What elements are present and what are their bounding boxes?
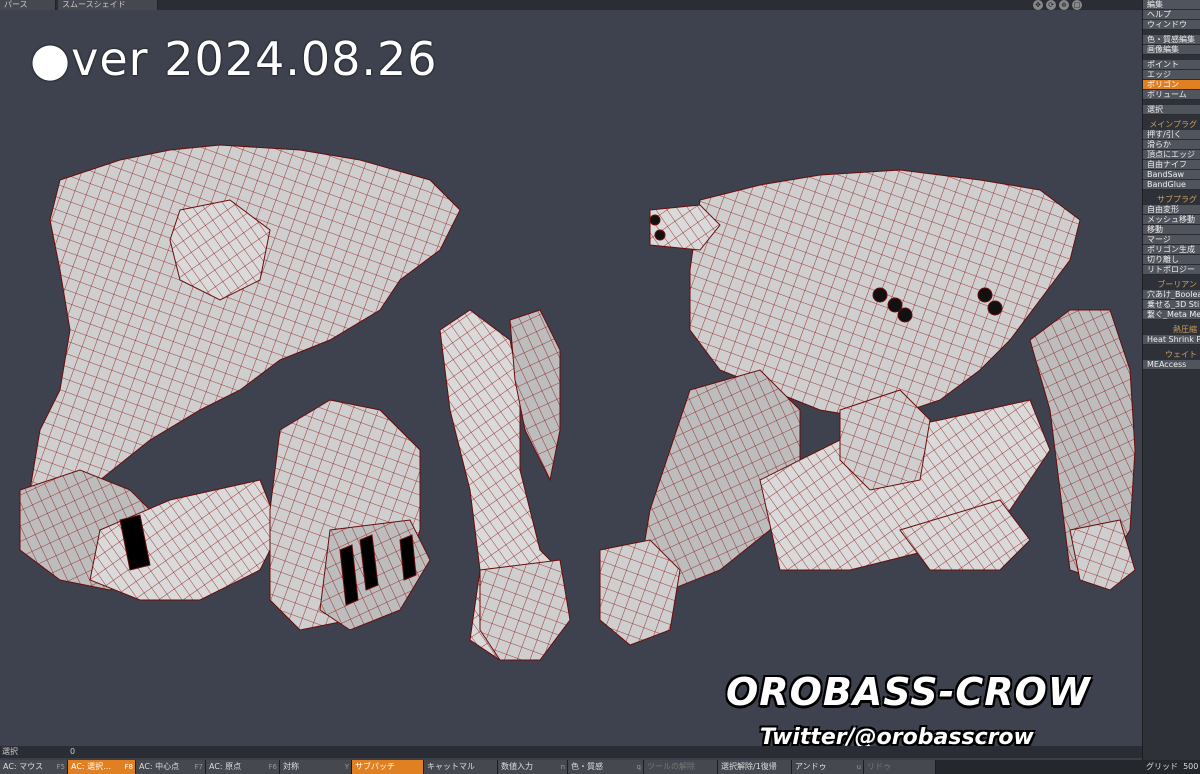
view-type-dropdown[interactable]: パース [0,0,56,10]
plugin-detach-button[interactable]: 切り離し [1143,255,1200,265]
version-label: ●ver 2024.08.26 [30,32,438,86]
menu-edit-button[interactable]: 編集 [1143,0,1200,10]
rotate-view-icon[interactable]: ⟳ [1046,0,1056,10]
main-plugin-heading: メインプラグ [1149,120,1197,129]
drop-tool-button[interactable]: ツールの解除 [644,760,718,774]
image-editor-button[interactable]: 画像編集 [1143,45,1200,55]
surface-editor-button[interactable]: 色・質感編集 [1143,35,1200,45]
plugin-make-polygon-button[interactable]: ポリゴン生成 [1143,245,1200,255]
plugin-push-pull-button[interactable]: 押す/引く [1143,130,1200,140]
plugin-free-knife-button[interactable]: 自由ナイフ [1143,160,1200,170]
plugin-free-deform-button[interactable]: 自由変形 [1143,205,1200,215]
plugin-vertex-edge-button[interactable]: 頂点にエッジ [1143,150,1200,160]
plugin-bandglue-button[interactable]: BandGlue [1143,180,1200,190]
sub-plugin-heading: サブプラグ [1157,195,1197,204]
mode-volume-button[interactable]: ボリューム [1143,90,1200,100]
plugin-retopology-button[interactable]: リトポロジー [1143,265,1200,275]
subpatch-button[interactable]: サブパッチ [352,760,424,774]
twitter-handle: Twitter/@orobasscrow [760,725,1034,746]
plugin-smooth-button[interactable]: 滑らか [1143,140,1200,150]
ac-mouse-button[interactable]: AC: マウス F5 [0,760,68,774]
mode-polygon-button[interactable]: ポリゴン [1143,80,1200,90]
redo-button[interactable]: リドゥ [864,760,936,774]
undo-button[interactable]: アンドゥ u [792,760,864,774]
mode-edge-button[interactable]: エッジ [1143,70,1200,80]
3d-viewport[interactable]: ●ver 2024.08.26 OROBASS-CROW Twitter/@or… [0,10,1142,746]
plugin-bandsaw-button[interactable]: BandSaw [1143,170,1200,180]
heat-shrink-button[interactable]: Heat Shrink P [1143,335,1200,345]
mesh-render [19,144,1136,661]
select-button[interactable]: 選択 [1143,105,1200,115]
select-count: 0 [70,747,76,756]
status-bar: 選択 0 [0,746,1142,758]
maximize-view-icon[interactable]: □ [1072,0,1082,10]
surface-button[interactable]: 色・質感 q [568,760,644,774]
viewport-icons: ✥ ⟳ ⊕ □ [1033,0,1082,10]
menu-help-button[interactable]: ヘルプ [1143,10,1200,20]
left-model [19,144,571,661]
catmull-button[interactable]: キャットマル [424,760,498,774]
bottom-command-bar: AC: マウス F5 AC: 選択… F8 AC: 中心点 F7 AC: 原点 F6 対… [0,760,1200,774]
move-view-icon[interactable]: ✥ [1033,0,1043,10]
grid-readout: グリッド 500 [1146,762,1199,771]
zoom-view-icon[interactable]: ⊕ [1059,0,1069,10]
plugin-mesh-move-button[interactable]: メッシュ移動 [1143,215,1200,225]
symmetry-button[interactable]: 対称 Y [280,760,352,774]
boolean-drill-button[interactable]: 穴あけ_Boolea [1143,290,1200,300]
meaccess-button[interactable]: MEAccess [1143,360,1200,370]
weight-heading: ウェイト [1165,350,1197,359]
ac-center-button[interactable]: AC: 中心点 F7 [136,760,206,774]
boolean-stick-button[interactable]: 乗せる_3D Sti [1143,300,1200,310]
plugin-move-button[interactable]: 移動 [1143,225,1200,235]
right-tool-panel: 編集 ヘルプ ウィンドウ 色・質感編集 画像編集 ポイント エッジ ポリゴン ボ… [1142,0,1200,760]
select-status-label: 選択 [2,747,18,756]
top-toolbar: パース スムースシェイド ✥ ⟳ ⊕ □ [0,0,1142,10]
deselect-button[interactable]: 選択解除/1復帰 [718,760,792,774]
heat-shrink-heading: 熱圧縮 [1173,325,1197,334]
boolean-meta-button[interactable]: 繋ぐ_Meta Me [1143,310,1200,320]
ac-selection-button[interactable]: AC: 選択… F8 [68,760,136,774]
plugin-merge-button[interactable]: マージ [1143,235,1200,245]
mode-point-button[interactable]: ポイント [1143,60,1200,70]
numeric-input-button[interactable]: 数値入力 n [498,760,568,774]
shading-dropdown[interactable]: スムースシェイド [58,0,158,10]
right-model [599,169,1136,646]
boolean-heading: ブーリアン [1157,280,1197,289]
ac-origin-button[interactable]: AC: 原点 F6 [206,760,280,774]
menu-window-button[interactable]: ウィンドウ [1143,20,1200,30]
brand-logo: OROBASS-CROW [726,670,1091,714]
